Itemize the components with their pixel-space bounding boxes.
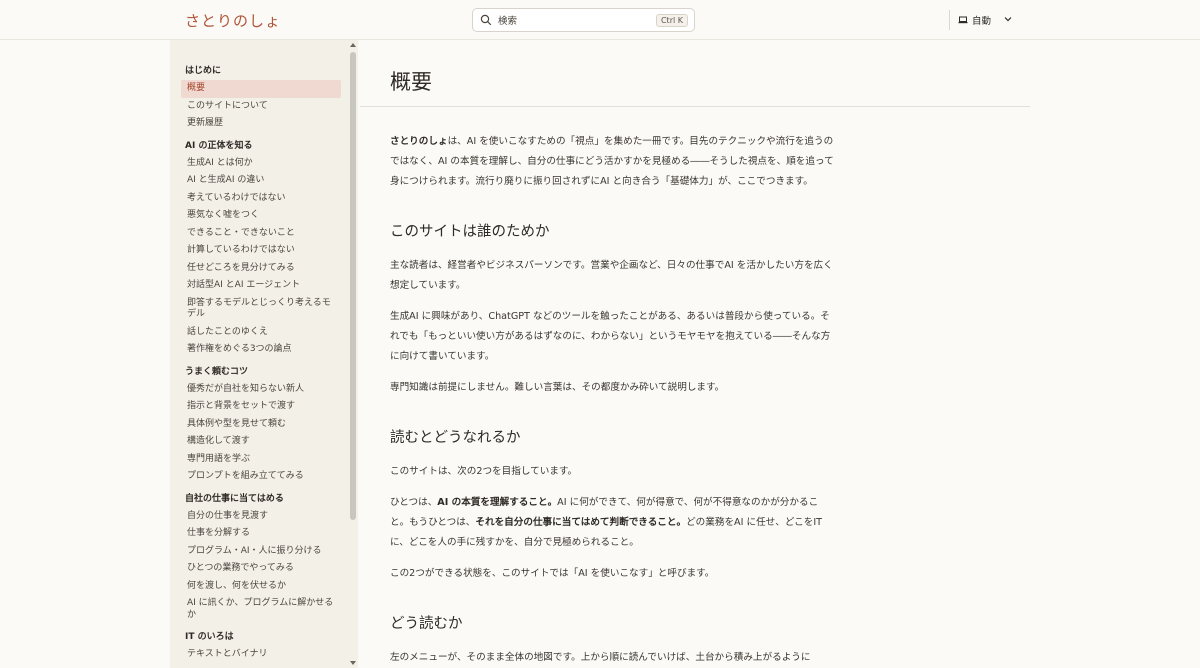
- theme-toggle-button[interactable]: 自動: [958, 11, 991, 29]
- sidebar-item[interactable]: 任せどころを見分けてみる: [181, 260, 341, 278]
- sidebar-item[interactable]: 考えているわけではない: [181, 190, 341, 208]
- sidebar-item[interactable]: 構造化して渡す: [181, 433, 341, 451]
- search-icon: [480, 14, 492, 26]
- article-content: さとりのしょは、AI を使いこなすための「視点」を集めた一冊です。目先のテクニッ…: [390, 132, 835, 668]
- sidebar-item[interactable]: プロンプトを組み立ててみる: [181, 468, 341, 486]
- sidebar: はじめに 概要 このサイトについて 更新履歴 AI の正体を知る 生成AI とは何か AI …: [170, 40, 358, 668]
- sidebar-item[interactable]: 即答するモデルとじっくり考えるモデル: [181, 295, 341, 324]
- sidebar-item[interactable]: テキストとバイナリ: [181, 646, 341, 664]
- sidebar-item[interactable]: 概要: [181, 80, 341, 98]
- sidebar-item[interactable]: AI と生成AI の違い: [181, 172, 341, 190]
- section-heading-audience: このサイトは誰のためか: [390, 224, 550, 240]
- outcome-paragraph-2: ひとつは、AI の本質を理解すること。AI に何ができて、何が得意で、何が不得意…: [390, 493, 835, 553]
- header-divider: [949, 10, 950, 30]
- sidebar-item[interactable]: AI に訊くか、プログラムに解かせるか: [181, 595, 341, 624]
- sidebar-item[interactable]: 更新履歴: [181, 115, 341, 133]
- nav-group: うまく頼むコツ優秀だが自社を知らない新人 指示と背景をセットで渡す 具体例や型を見せ…: [181, 363, 341, 486]
- intro-rest: は、AI を使いこなすための「視点」を集めた一冊です。目先のテクニックや流行を追…: [390, 136, 834, 187]
- nav-group-title: 自社の仕事に当てはめる: [185, 493, 284, 504]
- scroll-down-arrow-icon[interactable]: [349, 660, 357, 666]
- search-placeholder: 検索: [498, 16, 518, 27]
- section-heading-outcome: 読むとどうなれるか: [390, 430, 521, 446]
- sidebar-item[interactable]: 具体例や型を見せて頼む: [181, 416, 341, 434]
- scroll-up-arrow-icon[interactable]: [349, 42, 357, 48]
- intro-bold: さとりのしょ: [390, 136, 448, 147]
- intro-paragraph: さとりのしょは、AI を使いこなすための「視点」を集めた一冊です。目先のテクニッ…: [390, 132, 835, 192]
- sidebar-item[interactable]: 悪気なく嘘をつく: [181, 207, 341, 225]
- audience-paragraph-2: 生成AI に興味があり、ChatGPT などのツールを触ったことがある、あるいは…: [390, 311, 831, 362]
- nav-group-title: IT のいろは: [185, 632, 234, 642]
- outcome-bold-2: それを自分の仕事に当てはめて判断できること。: [475, 517, 687, 528]
- sidebar-item[interactable]: 対話型AI とAI エージェント: [181, 277, 341, 295]
- audience-paragraph-3: 専門知識は前提にしません。難しい言葉は、その都度かみ砕いて説明します。: [390, 382, 725, 393]
- nav-group: はじめに概要 このサイトについて 更新履歴: [181, 62, 341, 133]
- sidebar-item[interactable]: 著作権をめぐる3つの論点: [181, 341, 341, 359]
- laptop-icon: [958, 16, 968, 24]
- search-shortcut-hint: Ctrl K: [655, 13, 688, 27]
- sidebar-item[interactable]: できること・できないこと: [181, 225, 341, 243]
- top-header: さとりのしょ 検索 Ctrl K 自動: [0, 0, 1200, 40]
- nav-group-title: はじめに: [185, 66, 222, 76]
- outcome-bold-1: AI の本質を理解すること。: [437, 497, 558, 508]
- nav-group-title: うまく頼むコツ: [185, 366, 249, 377]
- sidebar-nav: はじめに 概要 このサイトについて 更新履歴 AI の正体を知る 生成AI とは何か AI …: [181, 62, 341, 668]
- sidebar-item[interactable]: 何を渡し、何を伏せるか: [181, 578, 341, 596]
- audience-paragraph-1: 主な読者は、経営者やビジネスパーソンです。営業や企画など、日々の仕事でAI を活…: [390, 260, 833, 291]
- page-title: 概要: [390, 70, 432, 94]
- theme-label: 自動: [972, 16, 992, 27]
- title-divider: [360, 106, 1030, 107]
- sidebar-item[interactable]: 指示と背景をセットで渡す: [181, 398, 341, 416]
- sidebar-item[interactable]: プログラム・AI・人に振り分ける: [181, 543, 341, 561]
- chevron-down-icon[interactable]: [1003, 14, 1013, 24]
- sidebar-item[interactable]: 自分の仕事を見渡す: [181, 508, 341, 526]
- nav-group: AI の正体を知る生成AI とは何か AI と生成AI の違い 考えているわけではな…: [181, 137, 341, 359]
- nav-group-title: AI の正体を知る: [185, 140, 253, 151]
- sidebar-item[interactable]: 専門用語を学ぶ: [181, 451, 341, 469]
- sidebar-item[interactable]: このサイトについて: [181, 98, 341, 116]
- sidebar-item[interactable]: 生成AI とは何か: [181, 155, 341, 173]
- sidebar-item[interactable]: 話したことのゆくえ: [181, 324, 341, 342]
- sidebar-item[interactable]: 計算しているわけではない: [181, 242, 341, 260]
- sidebar-item[interactable]: 優秀だが自社を知らない新人: [181, 381, 341, 399]
- howto-paragraph-1: 左のメニューが、そのまま全体の地図です。上から順に読んでいけば、土台から積み上が…: [390, 652, 811, 663]
- nav-group: IT のいろはテキストとバイナリ: [181, 628, 341, 664]
- outcome-paragraph-3: この2つができる状態を、このサイトでは「AI を使いこなす」と呼びます。: [390, 568, 715, 579]
- sidebar-scrollbar-thumb[interactable]: [350, 52, 356, 520]
- outcome-paragraph-1: このサイトは、次の2つを目指しています。: [390, 466, 578, 477]
- sidebar-item[interactable]: ひとつの業務でやってみる: [181, 560, 341, 578]
- section-heading-howto: どう読むか: [390, 616, 463, 632]
- sidebar-item[interactable]: 仕事を分解する: [181, 525, 341, 543]
- site-title[interactable]: さとりのしょ: [185, 10, 281, 31]
- nav-group: 自社の仕事に当てはめる自分の仕事を見渡す 仕事を分解する プログラム・AI・人に振り…: [181, 490, 341, 625]
- outcome-text-a: ひとつは、: [390, 497, 438, 508]
- search-box[interactable]: 検索 Ctrl K: [472, 8, 695, 32]
